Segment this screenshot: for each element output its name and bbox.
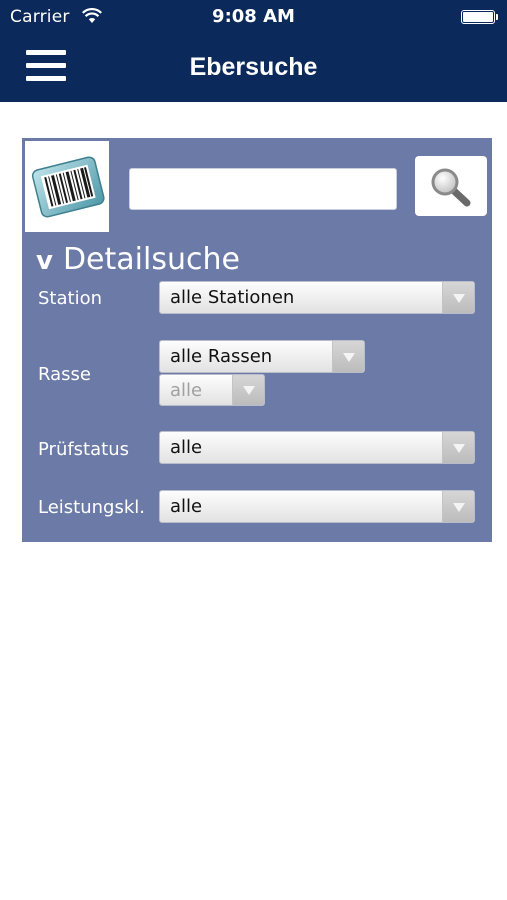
- dropdown-arrow-icon: [453, 502, 465, 512]
- pruefstatus-select-value: alle: [170, 437, 203, 458]
- station-select[interactable]: alle Stationen: [159, 281, 475, 314]
- leistungskl-select[interactable]: alle: [159, 490, 475, 523]
- barcode-icon: [31, 156, 105, 218]
- nav-bar: Ebersuche: [0, 34, 507, 102]
- chevron-down-icon: v: [36, 246, 53, 276]
- leistungskl-label: Leistungskl.: [38, 497, 145, 518]
- magnifier-icon: [431, 168, 471, 207]
- rasse-label: Rasse: [38, 364, 91, 385]
- barcode-scan-button[interactable]: [25, 141, 109, 232]
- page-title: Ebersuche: [189, 53, 318, 81]
- rasse-select[interactable]: alle Rassen: [159, 340, 365, 373]
- search-input[interactable]: [129, 168, 397, 210]
- rasse-sub-select[interactable]: alle: [159, 374, 265, 406]
- detail-search-title: Detailsuche: [62, 242, 240, 277]
- rasse-select-value: alle Rassen: [170, 346, 273, 367]
- rasse-sub-select-value: alle: [170, 379, 203, 401]
- leistungskl-select-value: alle: [170, 496, 203, 517]
- station-select-value: alle Stationen: [170, 287, 295, 308]
- battery-tip: [496, 14, 498, 20]
- status-bar: Carrier 9:08 AM: [0, 0, 507, 34]
- status-time: 9:08 AM: [212, 6, 295, 27]
- search-button[interactable]: [415, 156, 487, 216]
- dropdown-arrow-icon: [453, 293, 465, 303]
- search-panel: v Detailsuche Station alle Stationen Rass…: [22, 138, 492, 542]
- dropdown-arrow-icon: [343, 352, 355, 362]
- detail-search-toggle[interactable]: v Detailsuche: [36, 242, 240, 279]
- dropdown-arrow-icon: [453, 443, 465, 453]
- pruefstatus-label: Prüfstatus: [38, 439, 129, 460]
- pruefstatus-select[interactable]: alle: [159, 431, 475, 464]
- station-label: Station: [38, 288, 102, 309]
- battery-icon: [461, 10, 495, 24]
- dropdown-arrow-icon: [243, 386, 255, 395]
